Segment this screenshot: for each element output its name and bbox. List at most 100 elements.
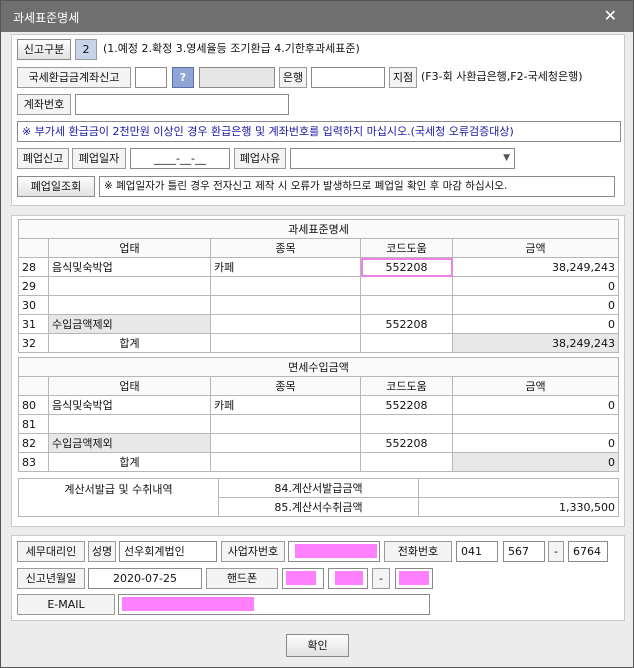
mobile-middle-input[interactable] [328,568,368,589]
item-cell[interactable] [210,314,361,334]
close-icon[interactable]: ✕ [604,6,617,25]
amount-cell[interactable]: 0 [452,395,619,415]
amount-cell[interactable]: 0 [452,433,619,453]
phone-last-input[interactable]: 6764 [568,541,608,562]
business-type-cell[interactable] [48,295,211,315]
email-input[interactable] [118,594,430,615]
table-row: 83 합계 0 [18,452,619,472]
phone-middle-input[interactable]: 567 [503,541,545,562]
name-label: 성명 [88,541,116,562]
account-number-label: 계좌번호 [17,94,71,115]
business-type-cell[interactable] [48,276,211,296]
report-date-label: 신고년월일 [17,568,85,589]
window-title: 과세표준명세 [13,11,80,25]
refund-account-label: 국세환급금계좌신고 [17,67,131,88]
agent-label: 세무대리인 [17,541,85,562]
redaction-mark [122,597,254,611]
table-row: 81 [18,414,619,434]
closure-report-label: 폐업신고 [17,148,69,169]
table-row: 31 수입금액제외 552208 0 [18,314,619,334]
column-header: 업태 [48,376,211,396]
amount-cell[interactable] [452,414,619,434]
amount-cell[interactable]: 38,249,243 [452,257,619,277]
table-row: 29 0 [18,276,619,296]
redaction-mark [335,571,363,585]
redaction-mark [295,544,377,558]
code-cell[interactable]: 552208 [360,433,453,453]
help-icon[interactable]: ? [172,67,194,88]
invoice-issued-value[interactable] [418,478,619,498]
table-row: 28 음식및숙박업 카페 552208 38,249,243 [18,257,619,277]
phone-dash: - [548,541,564,562]
exempt-title: 면세수입금액 [18,357,619,377]
row-number: 32 [18,333,49,353]
redaction-mark [286,571,316,585]
code-cell [360,452,453,472]
amount-cell[interactable]: 0 [452,276,619,296]
report-date-input[interactable]: 2020-07-25 [88,568,202,589]
code-cell[interactable]: 552208 [360,257,453,277]
amount-cell[interactable]: 0 [452,314,619,334]
business-type-cell[interactable]: 음식및숙박업 [48,257,211,277]
exempt-table: 면세수입금액 업태 종목 코드도움 금액 80 음식및숙박업 카페 552208… [18,357,619,472]
dialog-window: 과세표준명세 ✕ 신고구분 2 (1.예정 2.확정 3.영세율등 조기환급 4… [0,0,634,668]
item-cell [210,333,361,353]
column-header: 금액 [452,238,619,258]
item-cell[interactable] [210,414,361,434]
mobile-dash: - [372,568,390,589]
total-label: 합계 [48,452,211,472]
mobile-area-input[interactable] [282,568,324,589]
refund-code-input[interactable] [135,67,167,88]
column-header: 코드도움 [360,376,453,396]
mobile-label: 핸드폰 [206,568,278,589]
account-notice: ※ 부가세 환급금이 2천만원 이상인 경우 환급은행 및 계좌번호를 입력하지… [17,121,621,142]
title-bar: 과세표준명세 ✕ [1,1,633,32]
tax-base-title: 과세표준명세 [18,219,619,239]
code-cell[interactable] [360,414,453,434]
closure-reason-select[interactable]: ▼ [290,148,515,169]
code-cell[interactable] [360,295,453,315]
bizno-input[interactable] [288,541,380,562]
mobile-last-input[interactable] [395,568,433,589]
table-row: 80 음식및숙박업 카페 552208 0 [18,395,619,415]
bizno-label: 사업자번호 [221,541,285,562]
row-number: 81 [18,414,49,434]
row-number: 80 [18,395,49,415]
report-type-field[interactable]: 2 [75,39,97,60]
item-cell[interactable] [210,276,361,296]
business-type-cell[interactable] [48,414,211,434]
agent-name-input[interactable]: 선우회계법인 [119,541,217,562]
code-cell [360,333,453,353]
account-number-input[interactable] [75,94,289,115]
phone-area-input[interactable]: 041 [456,541,498,562]
table-row: 32 합계 38,249,243 [18,333,619,353]
chevron-down-icon[interactable]: ▼ [503,149,510,168]
closure-inquiry-button[interactable]: 폐업일조회 [17,176,95,197]
item-cell[interactable]: 카페 [210,257,361,277]
code-cell[interactable]: 552208 [360,314,453,334]
item-cell[interactable]: 카페 [210,395,361,415]
closure-date-input[interactable]: ____-__-__ [130,148,230,169]
amount-cell[interactable]: 0 [452,295,619,315]
table-row: 30 0 [18,295,619,315]
report-type-hint: (1.예정 2.확정 3.영세율등 조기환급 4.기한후과세표준) [103,42,360,55]
business-type-cell[interactable]: 음식및숙박업 [48,395,211,415]
row-number: 28 [18,257,49,277]
bank-name-field[interactable] [199,67,275,88]
item-cell[interactable] [210,295,361,315]
business-type-cell: 수입금액제외 [48,433,211,453]
bank-label: 은행 [279,67,307,88]
item-cell [210,452,361,472]
column-header: 종목 [210,238,361,258]
branch-input[interactable] [311,67,385,88]
total-amount: 0 [452,452,619,472]
ok-button[interactable]: 확인 [286,634,349,657]
column-header: 종목 [210,376,361,396]
code-cell[interactable] [360,276,453,296]
invoice-received-value[interactable]: 1,330,500 [418,497,619,517]
code-cell[interactable]: 552208 [360,395,453,415]
bank-hint: (F3-회 사환급은행,F2-국세청은행) [421,70,583,83]
item-cell[interactable] [210,433,361,453]
email-label: E-MAIL [17,594,115,615]
table-row: 82 수입금액제외 552208 0 [18,433,619,453]
